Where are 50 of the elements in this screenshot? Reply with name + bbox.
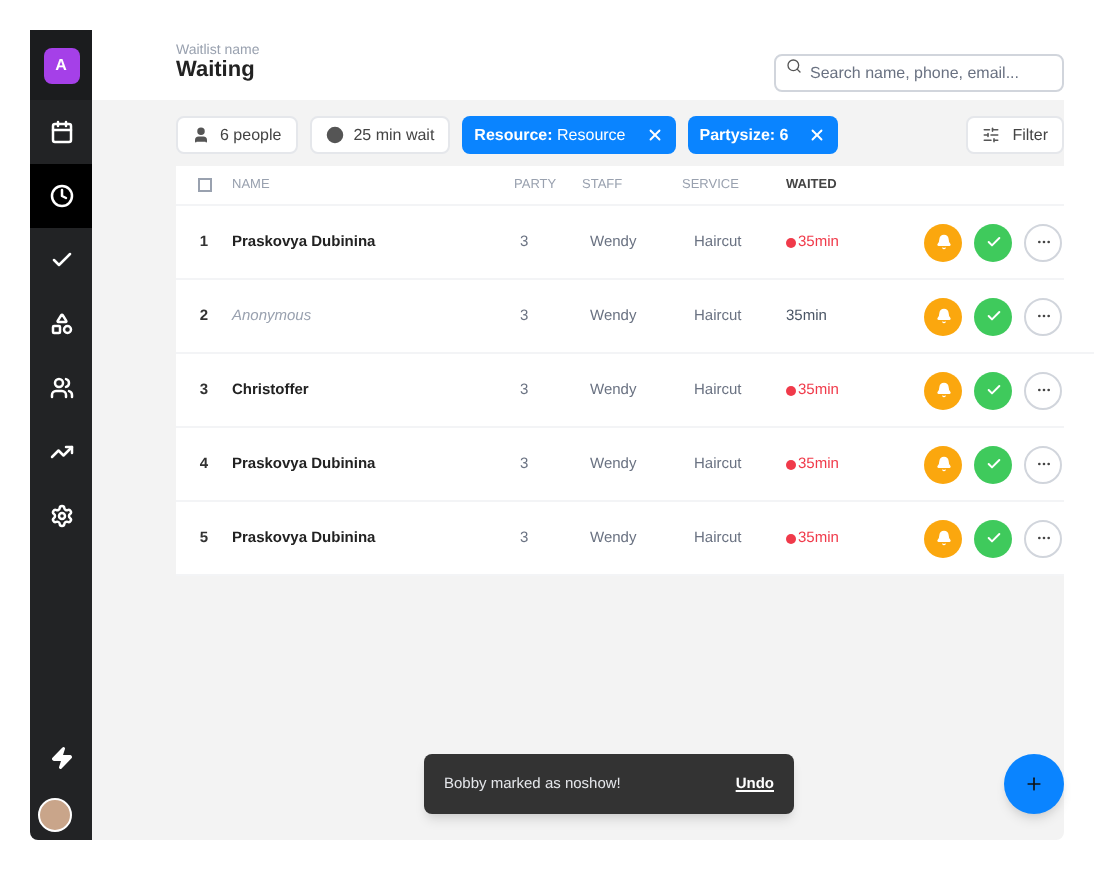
bell-icon [935, 530, 951, 546]
calendar-icon [49, 120, 73, 144]
check-icon [985, 530, 1001, 546]
more-button[interactable] [1024, 519, 1062, 557]
more-button[interactable] [1024, 445, 1062, 483]
check-icon [985, 308, 1001, 324]
bolt-icon[interactable] [49, 746, 73, 770]
stat-chip: 25 min wait [309, 116, 451, 154]
settings-icon [49, 504, 73, 528]
sliders-icon [982, 126, 1001, 144]
search-field[interactable]: Search name, phone, email... [774, 54, 1064, 92]
select-all-checkbox[interactable] [197, 178, 211, 192]
more-button[interactable] [1024, 297, 1062, 335]
people-icon [49, 376, 73, 400]
check-icon [985, 382, 1001, 398]
close-icon[interactable] [645, 126, 664, 144]
more-button[interactable] [1024, 223, 1062, 261]
notify-button[interactable] [924, 519, 962, 557]
notify-button[interactable] [924, 445, 962, 483]
stat-chip: 6 people [176, 116, 298, 154]
avatar[interactable] [38, 798, 72, 832]
filter-chip[interactable]: Partysize: 6 [687, 116, 839, 154]
more-button[interactable] [1024, 371, 1062, 409]
notify-button[interactable] [924, 223, 962, 261]
logo-badge[interactable]: A [43, 47, 79, 83]
add-button[interactable] [1004, 754, 1064, 814]
bell-icon [935, 456, 951, 472]
check-in-button[interactable] [974, 223, 1012, 261]
filter-button[interactable]: Filter [966, 116, 1064, 154]
check-in-button[interactable] [974, 371, 1012, 409]
check-icon [985, 234, 1001, 250]
check-icon [985, 456, 1001, 472]
plus-icon [1024, 774, 1044, 794]
bell-icon [935, 382, 951, 398]
check-in-button[interactable] [974, 445, 1012, 483]
notify-button[interactable] [924, 297, 962, 335]
trend-line-icon [49, 440, 73, 464]
notify-button[interactable] [924, 371, 962, 409]
check-in-button[interactable] [974, 519, 1012, 557]
bell-icon [935, 234, 951, 250]
close-icon[interactable] [808, 126, 827, 144]
check-icon [49, 248, 73, 272]
filter-chip[interactable]: Resource: Resource [462, 116, 676, 154]
search-icon [786, 57, 802, 73]
bell-icon [935, 308, 951, 324]
person-icon [192, 126, 210, 144]
page-title: Waiting [176, 58, 257, 86]
check-in-button[interactable] [974, 297, 1012, 335]
shapes-icon [49, 312, 73, 336]
sidebar-item[interactable] [30, 164, 92, 228]
